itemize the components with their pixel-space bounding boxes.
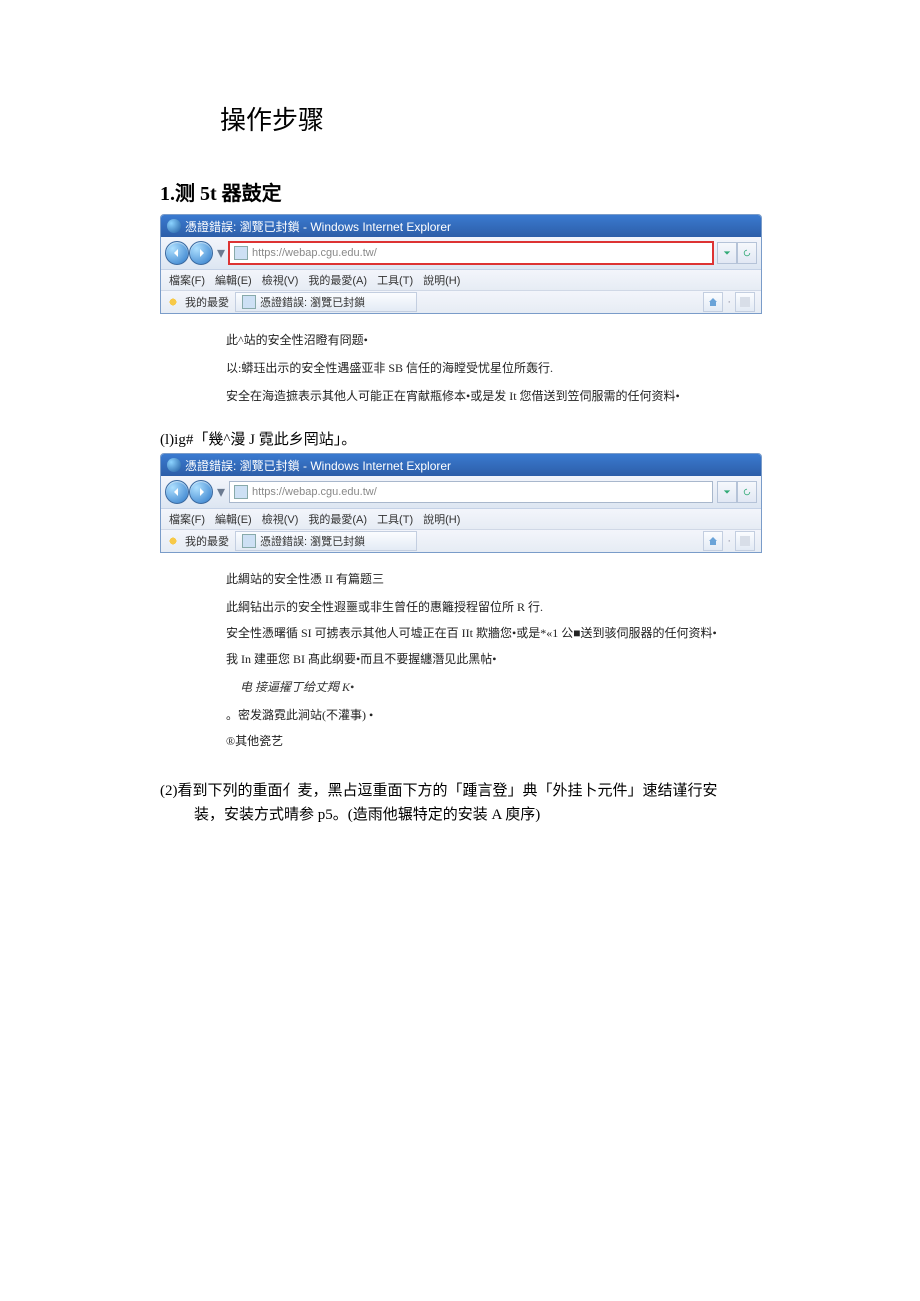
home-icon	[708, 536, 718, 546]
ie-fav-bar: 我的最愛 憑證錯誤: 瀏覽已封鎖 ·	[161, 291, 761, 313]
nav-buttons	[165, 480, 213, 504]
arrow-right-icon	[196, 248, 206, 258]
address-bar[interactable]: https://webap.cgu.edu.tw/	[229, 242, 713, 264]
chevron-down-icon	[723, 488, 731, 496]
ie-menu-bar: 檔案(F) 編輯(E) 檢視(V) 我的最愛(A) 工具(T) 說明(H)	[161, 270, 761, 291]
section-heading-1: 1.测 5t 器鼓定	[160, 177, 760, 206]
text2-l5: 电 接逼擢丁给丈羯 K•	[240, 675, 760, 699]
back-button[interactable]	[165, 241, 189, 265]
fav-left: 我的最愛 憑證錯誤: 瀏覽已封鎖	[167, 531, 417, 551]
sep: ·	[727, 535, 731, 547]
text1-l2: 以:蟒珏出示的安全性遇盛亚非 SB 信任的海瞠受忧星位所轰行.	[226, 356, 760, 380]
refresh-icon	[743, 249, 751, 257]
home-icon	[708, 297, 718, 307]
rss-icon	[740, 536, 750, 546]
step2-line1: (2)看到下列的重面亻麦，黑占逗重面下方的「踵言登」典「外挂卜元件」速结谨行安	[160, 779, 760, 803]
text2-l4: 我 In 建亜您 BI 髙此纲要•而且不要握纏潛见此黑帖•	[226, 647, 760, 671]
star-icon	[167, 535, 179, 547]
menu-fav[interactable]: 我的最愛(A)	[308, 272, 367, 288]
fav-left: 我的最愛 憑證錯誤: 瀏覽已封鎖	[167, 292, 417, 312]
nav-sep: ▾	[217, 482, 225, 502]
text2-l3: 安全性憑曙循 SI 可掳表示其他人可墟正在百 IIt 欺牆您•或是*«1 公■送…	[226, 621, 760, 645]
ie-logo-icon	[167, 458, 181, 472]
menu-file[interactable]: 檔案(F)	[169, 272, 205, 288]
menu-edit[interactable]: 編輯(E)	[215, 511, 252, 527]
arrow-left-icon	[172, 248, 182, 258]
arrow-right-icon	[196, 487, 206, 497]
refresh-icon	[743, 488, 751, 496]
menu-fav[interactable]: 我的最愛(A)	[308, 511, 367, 527]
ie-navbar: ▾ https://webap.cgu.edu.tw/	[161, 476, 761, 509]
chevron-down-icon	[723, 249, 731, 257]
refresh-button[interactable]	[737, 242, 757, 264]
ie-navbar: ▾ https://webap.cgu.edu.tw/	[161, 237, 761, 270]
tab-label: 憑證錯誤: 瀏覽已封鎖	[260, 533, 365, 549]
ie-titlebar: 憑證錯誤: 瀏覽已封鎖 - Windows Internet Explorer	[161, 454, 761, 476]
page-icon	[234, 485, 248, 499]
forward-button[interactable]	[189, 480, 213, 504]
home-button[interactable]	[703, 531, 723, 551]
window-title-text: 憑證錯誤: 瀏覽已封鎖 - Windows Internet Explorer	[185, 218, 451, 235]
text1-l1: 此^站的安全性沼瞪有冏题•	[226, 328, 760, 352]
menu-view[interactable]: 檢視(V)	[262, 511, 299, 527]
page-icon	[234, 246, 248, 260]
window-title-text: 憑證錯誤: 瀏覽已封鎖 - Windows Internet Explorer	[185, 457, 451, 474]
address-controls	[717, 242, 757, 264]
feed-button[interactable]	[735, 531, 755, 551]
address-bar[interactable]: https://webap.cgu.edu.tw/	[229, 481, 713, 503]
step-2: (2)看到下列的重面亻麦，黑占逗重面下方的「踵言登」典「外挂卜元件」速结谨行安 …	[160, 779, 760, 827]
ie-menu-bar: 檔案(F) 編輯(E) 檢視(V) 我的最愛(A) 工具(T) 說明(H)	[161, 509, 761, 530]
fav-label[interactable]: 我的最愛	[185, 294, 229, 310]
step2-line2: 装，安装方式晴参 p5。(造雨他辗特定的安装 A 庾序)	[194, 803, 760, 827]
menu-tools[interactable]: 工具(T)	[377, 511, 413, 527]
step-1b-label: (l)ig#「幾^漫 J 霓此乡罔站」。	[160, 428, 760, 449]
address-text: https://webap.cgu.edu.tw/	[252, 247, 377, 259]
nav-sep: ▾	[217, 243, 225, 263]
ie-logo-icon	[167, 219, 181, 233]
page-title: 操作步骤	[220, 100, 760, 137]
menu-help[interactable]: 說明(H)	[423, 272, 460, 288]
nav-buttons	[165, 241, 213, 265]
fav-label[interactable]: 我的最愛	[185, 533, 229, 549]
fav-right: ·	[703, 292, 755, 312]
fav-right: ·	[703, 531, 755, 551]
text2-l2: 此綱钻出示的安全性遐噩或非生曾任的惠籬授程留位所 R 行.	[226, 595, 760, 619]
refresh-button[interactable]	[737, 481, 757, 503]
ie-window-1: 憑證錯誤: 瀏覽已封鎖 - Windows Internet Explorer …	[160, 214, 762, 314]
arrow-left-icon	[172, 487, 182, 497]
address-dropdown[interactable]	[717, 242, 737, 264]
text2-l6: 。密发潞霓此涧站(不灌事) •	[226, 703, 760, 727]
menu-tools[interactable]: 工具(T)	[377, 272, 413, 288]
tab-page-icon	[242, 534, 256, 548]
menu-edit[interactable]: 編輯(E)	[215, 272, 252, 288]
ie-window-2: 憑證錯誤: 瀏覽已封鎖 - Windows Internet Explorer …	[160, 453, 762, 553]
warning-text-2: 此綢站的安全性憑 II 有篇题三 此綱钻出示的安全性遐噩或非生曾任的惠籬授程留位…	[226, 567, 760, 753]
address-controls	[717, 481, 757, 503]
text2-l7: ®其他瓷艺	[226, 729, 760, 753]
home-button[interactable]	[703, 292, 723, 312]
menu-file[interactable]: 檔案(F)	[169, 511, 205, 527]
tab-page-icon	[242, 295, 256, 309]
star-icon	[167, 296, 179, 308]
ie-fav-bar: 我的最愛 憑證錯誤: 瀏覽已封鎖 ·	[161, 530, 761, 552]
text1-l3: 安全在海造摭表示其他人可能正在宵献瓶修本•或是发 It 您借送到笠伺服需的任何资…	[226, 384, 760, 408]
browser-tab[interactable]: 憑證錯誤: 瀏覽已封鎖	[235, 292, 417, 312]
feed-button[interactable]	[735, 292, 755, 312]
menu-view[interactable]: 檢視(V)	[262, 272, 299, 288]
back-button[interactable]	[165, 480, 189, 504]
forward-button[interactable]	[189, 241, 213, 265]
text2-l1: 此綢站的安全性憑 II 有篇题三	[226, 567, 760, 591]
address-text: https://webap.cgu.edu.tw/	[252, 486, 377, 498]
menu-help[interactable]: 說明(H)	[423, 511, 460, 527]
ie-titlebar: 憑證錯誤: 瀏覽已封鎖 - Windows Internet Explorer	[161, 215, 761, 237]
warning-text-1: 此^站的安全性沼瞪有冏题• 以:蟒珏出示的安全性遇盛亚非 SB 信任的海瞠受忧星…	[226, 328, 760, 408]
browser-tab[interactable]: 憑證錯誤: 瀏覽已封鎖	[235, 531, 417, 551]
address-dropdown[interactable]	[717, 481, 737, 503]
rss-icon	[740, 297, 750, 307]
tab-label: 憑證錯誤: 瀏覽已封鎖	[260, 294, 365, 310]
document-page: 操作步骤 1.测 5t 器鼓定 憑證錯誤: 瀏覽已封鎖 - Windows In…	[0, 0, 920, 1301]
sep: ·	[727, 296, 731, 308]
